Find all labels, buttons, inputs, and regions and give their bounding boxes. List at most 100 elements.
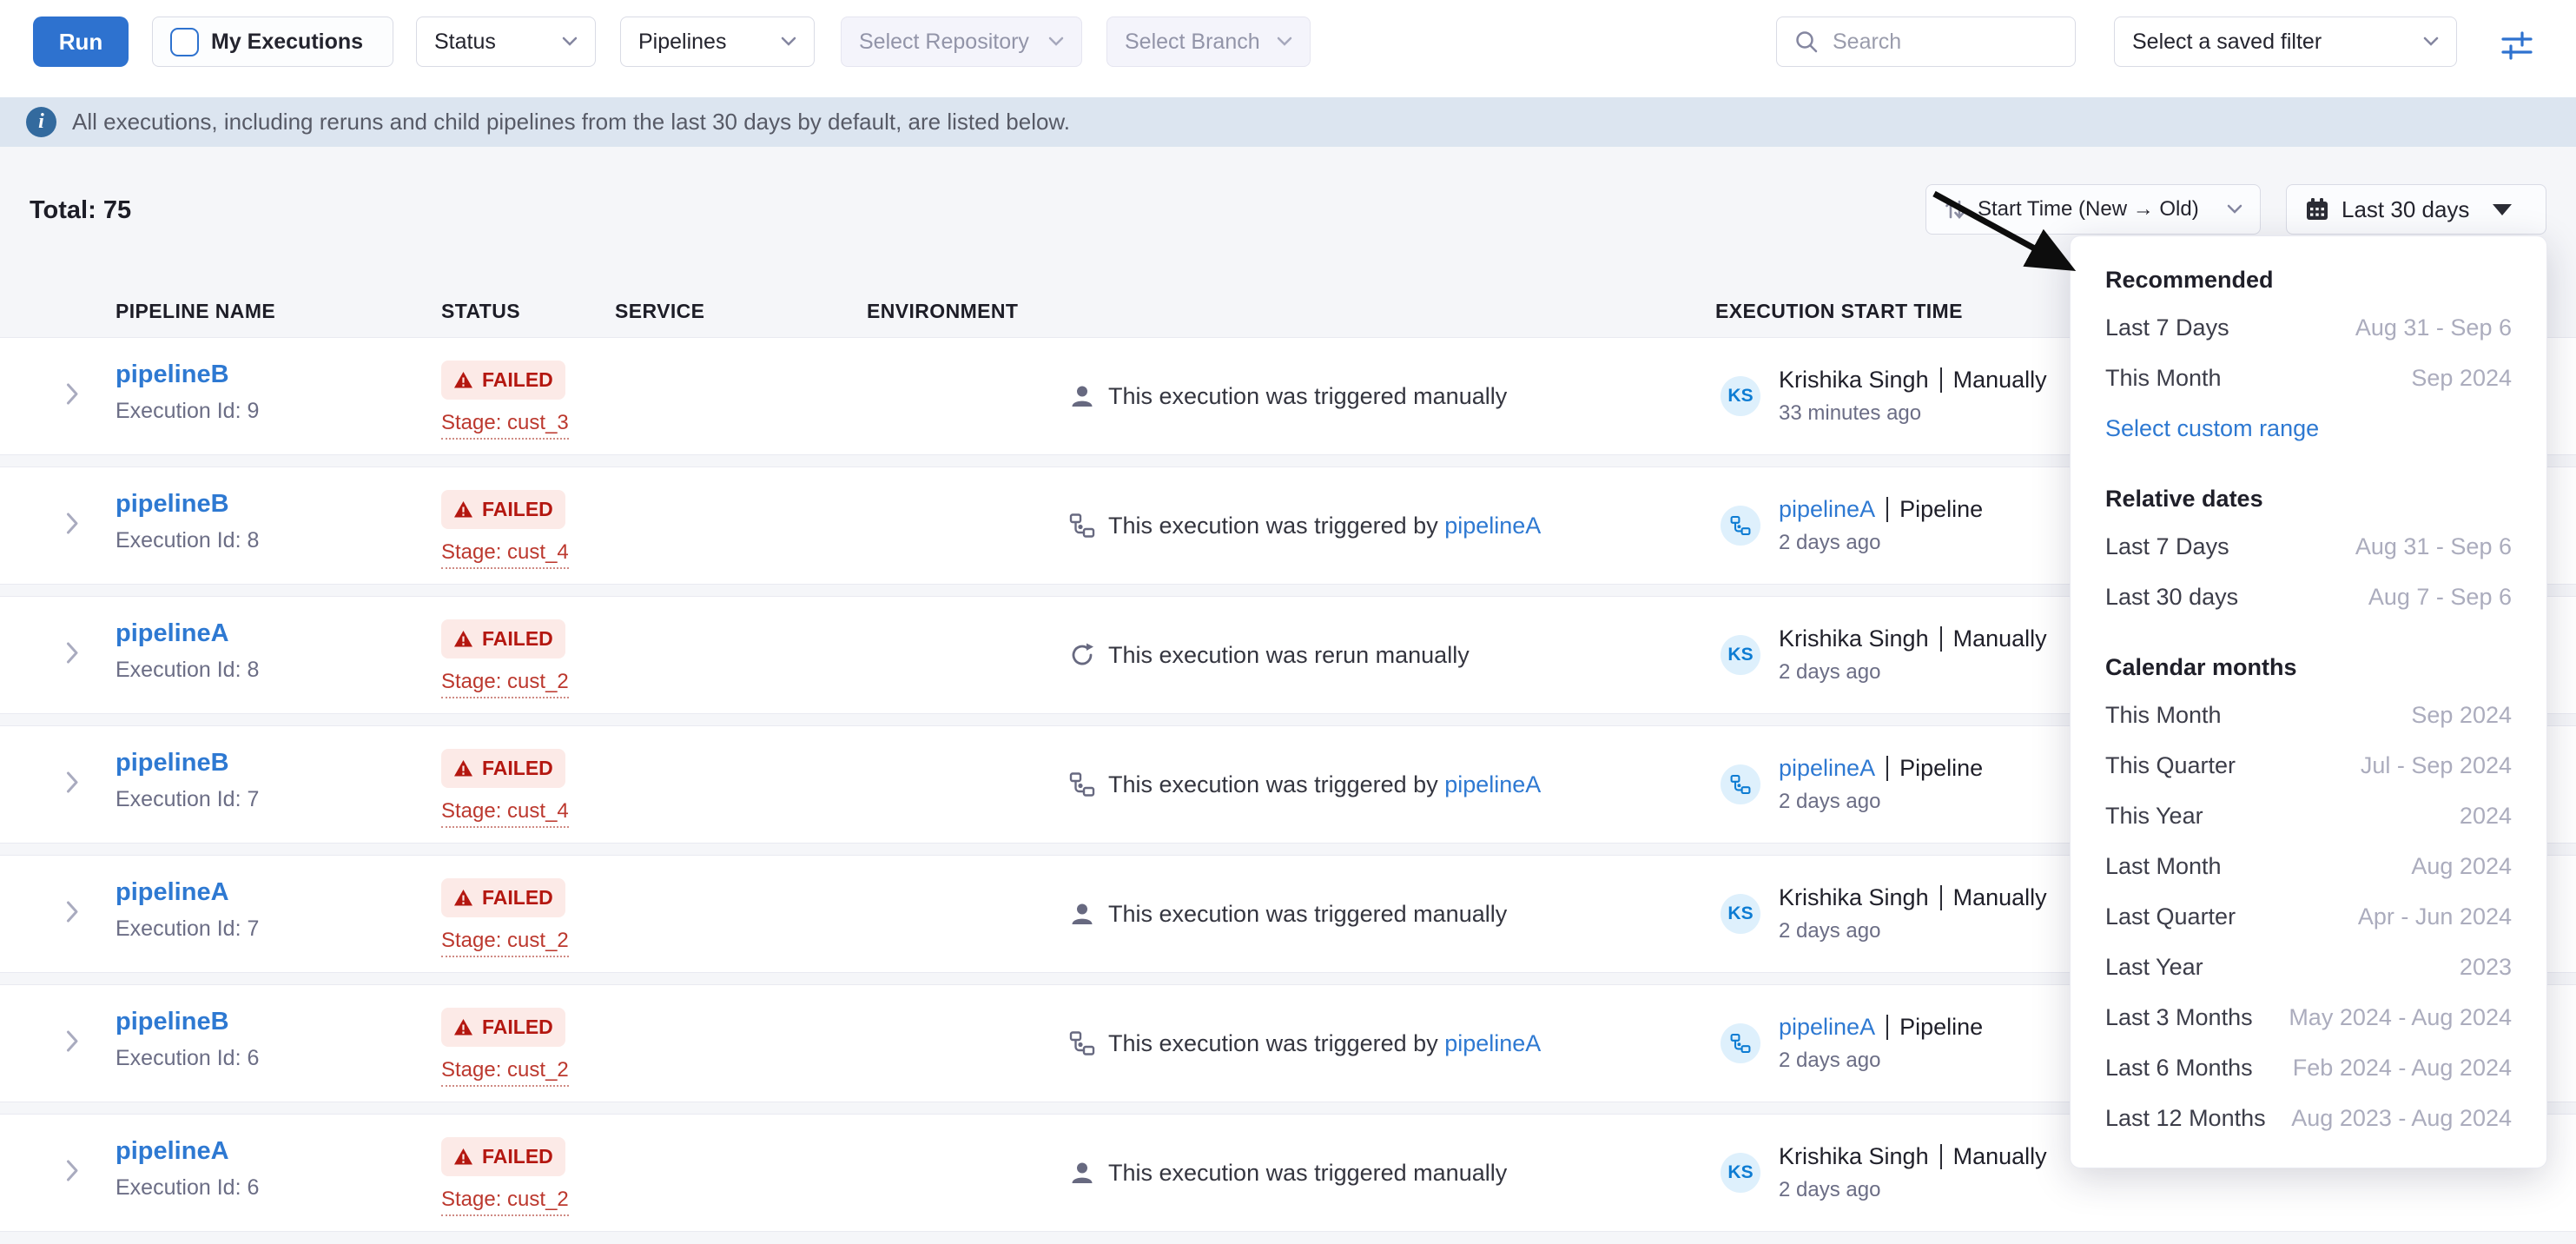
date-menu-item-range: Aug 31 - Sep 6 — [2355, 533, 2512, 560]
date-menu-item[interactable]: This MonthSep 2024 — [2071, 353, 2546, 403]
column-header-pipeline-name[interactable]: PIPELINE NAME — [116, 294, 275, 328]
status-cell: FAILED Stage: cust_2 — [441, 1137, 569, 1216]
status-badge-label: FAILED — [482, 627, 553, 651]
calendar-icon — [2304, 196, 2330, 222]
execution-id: Execution Id: 6 — [116, 1046, 259, 1071]
date-menu-item[interactable]: This QuarterJul - Sep 2024 — [2071, 740, 2546, 791]
date-menu-section: RecommendedLast 7 DaysAug 31 - Sep 6This… — [2071, 257, 2546, 453]
date-menu-item-label: Last Year — [2105, 954, 2203, 981]
pipeline-name-link[interactable]: pipelineB — [116, 749, 229, 778]
trigger-text-plain: This execution was rerun manually — [1108, 642, 1470, 668]
date-menu-section: Relative datesLast 7 DaysAug 31 - Sep 6L… — [2071, 476, 2546, 622]
sort-select[interactable]: Start Time (New → Old) — [1925, 184, 2261, 235]
started-time: 2 days ago — [1779, 531, 1983, 555]
warning-icon — [453, 759, 473, 778]
search-box[interactable] — [1776, 17, 2076, 67]
pipeline-name-cell: pipelineAExecution Id: 7 — [116, 878, 259, 942]
stage-link[interactable]: Stage: cust_4 — [441, 540, 569, 569]
starter-line: Krishika SinghManually — [1779, 1143, 2047, 1170]
row-expander-chevron[interactable] — [66, 1030, 79, 1057]
trigger-pipeline-link[interactable]: pipelineA — [1444, 1030, 1541, 1056]
pipeline-avatar — [1721, 764, 1760, 804]
trigger-pipeline-link[interactable]: pipelineA — [1444, 513, 1541, 539]
stage-link[interactable]: Stage: cust_4 — [441, 799, 569, 828]
date-menu-item-label: This Month — [2105, 365, 2222, 392]
status-cell: FAILED Stage: cust_2 — [441, 619, 569, 698]
pipelines-filter-label: Pipelines — [638, 30, 769, 55]
date-menu-item[interactable]: Last Year2023 — [2071, 942, 2546, 992]
date-menu-item-range: Apr - Jun 2024 — [2358, 903, 2512, 930]
pipeline-name-cell: pipelineAExecution Id: 6 — [116, 1137, 259, 1201]
trigger-type-label: Pipeline — [1899, 755, 1983, 782]
my-executions-toggle[interactable]: My Executions — [152, 17, 393, 67]
started-time: 2 days ago — [1779, 1049, 1983, 1073]
status-badge: FAILED — [441, 1137, 565, 1176]
status-badge: FAILED — [441, 749, 565, 788]
date-menu-item[interactable]: Last 6 MonthsFeb 2024 - Aug 2024 — [2071, 1042, 2546, 1093]
repository-select[interactable]: Select Repository — [841, 17, 1082, 67]
row-expander-chevron[interactable] — [66, 383, 79, 410]
sort-select-label: Start Time (New → Old) — [1978, 197, 2199, 222]
date-menu-item[interactable]: Last MonthAug 2024 — [2071, 841, 2546, 891]
date-menu-item[interactable]: Last 3 MonthsMay 2024 - Aug 2024 — [2071, 992, 2546, 1042]
row-expander-chevron[interactable] — [66, 1160, 79, 1187]
saved-filter-label: Select a saved filter — [2132, 30, 2411, 55]
user-icon — [1069, 1160, 1095, 1186]
saved-filter-select[interactable]: Select a saved filter — [2114, 17, 2457, 67]
starter-pipeline-link[interactable]: pipelineA — [1779, 755, 1875, 782]
starter-info: Krishika SinghManually33 minutes ago — [1779, 367, 2047, 426]
date-menu-item[interactable]: Last QuarterApr - Jun 2024 — [2071, 891, 2546, 942]
stage-link[interactable]: Stage: cust_2 — [441, 1188, 569, 1216]
starter-pipeline-link[interactable]: pipelineA — [1779, 496, 1875, 523]
column-header-execution-start-time[interactable]: EXECUTION START TIME — [1715, 294, 1963, 328]
row-expander-chevron[interactable] — [66, 513, 79, 539]
search-input[interactable] — [1831, 29, 2057, 56]
starter-pipeline-link[interactable]: pipelineA — [1779, 1014, 1875, 1041]
warning-icon — [453, 1018, 473, 1036]
starter-line: pipelineAPipeline — [1779, 496, 1983, 523]
stage-link[interactable]: Stage: cust_3 — [441, 411, 569, 440]
row-expander-chevron[interactable] — [66, 901, 79, 928]
stage-link[interactable]: Stage: cust_2 — [441, 929, 569, 957]
pipeline-name-link[interactable]: pipelineB — [116, 1008, 229, 1036]
row-expander-chevron[interactable] — [66, 771, 79, 798]
trigger-pipeline-link[interactable]: pipelineA — [1444, 771, 1541, 797]
pipeline-name-link[interactable]: pipelineB — [116, 490, 229, 519]
search-icon — [1794, 30, 1819, 54]
date-menu-item-range: 2024 — [2460, 803, 2512, 830]
stage-link[interactable]: Stage: cust_2 — [441, 670, 569, 698]
separator — [1940, 1144, 1942, 1169]
column-header-status[interactable]: STATUS — [441, 294, 520, 328]
branch-select[interactable]: Select Branch — [1106, 17, 1311, 67]
warning-icon — [453, 371, 473, 389]
select-custom-range-link[interactable]: Select custom range — [2071, 403, 2546, 453]
separator — [1886, 756, 1888, 781]
run-button[interactable]: Run — [33, 17, 129, 67]
date-menu-item[interactable]: Last 7 DaysAug 31 - Sep 6 — [2071, 302, 2546, 353]
pipeline-name-link[interactable]: pipelineA — [116, 878, 229, 907]
row-expander-chevron[interactable] — [66, 642, 79, 669]
stage-link[interactable]: Stage: cust_2 — [441, 1058, 569, 1087]
date-menu-item[interactable]: Last 7 DaysAug 31 - Sep 6 — [2071, 521, 2546, 572]
pipeline-name-link[interactable]: pipelineB — [116, 361, 229, 389]
status-filter-select[interactable]: Status — [416, 17, 596, 67]
status-badge-label: FAILED — [482, 498, 553, 521]
date-menu-item-range: May 2024 - Aug 2024 — [2289, 1004, 2512, 1031]
my-executions-checkbox[interactable] — [170, 28, 199, 56]
date-menu-item[interactable]: This Year2024 — [2071, 791, 2546, 841]
starter-name: Krishika Singh — [1779, 625, 1929, 652]
pipeline-name-link[interactable]: pipelineA — [116, 619, 229, 648]
info-icon: i — [26, 107, 56, 137]
status-badge-label: FAILED — [482, 368, 553, 392]
date-menu-item[interactable]: Last 12 MonthsAug 2023 - Aug 2024 — [2071, 1093, 2546, 1143]
trigger-text: This execution was triggered manually — [1108, 901, 1507, 928]
status-badge: FAILED — [441, 1008, 565, 1047]
pipelines-filter-select[interactable]: Pipelines — [620, 17, 815, 67]
date-range-button[interactable]: Last 30 days — [2286, 184, 2546, 235]
child-pipeline-icon — [1069, 771, 1095, 797]
date-menu-item[interactable]: Last 30 daysAug 7 - Sep 6 — [2071, 572, 2546, 622]
pipeline-name-link[interactable]: pipelineA — [116, 1137, 229, 1166]
pipeline-avatar — [1721, 506, 1760, 546]
date-menu-item[interactable]: This MonthSep 2024 — [2071, 690, 2546, 740]
filter-sliders-icon[interactable] — [2494, 23, 2540, 68]
